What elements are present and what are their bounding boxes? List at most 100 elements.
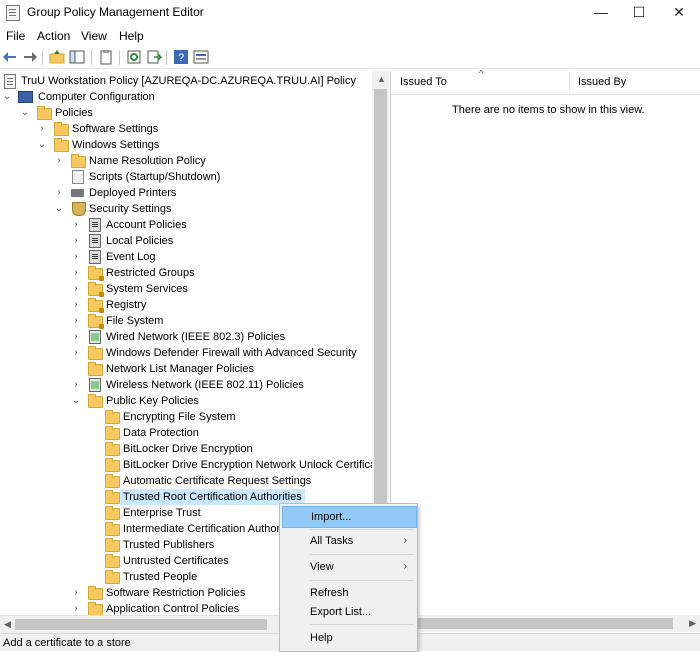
chevron-right-icon[interactable]: › — [71, 313, 81, 329]
tree-item-label: File System — [106, 315, 164, 327]
export-list-icon[interactable] — [146, 49, 162, 65]
menu-file[interactable]: File — [6, 29, 25, 43]
chevron-right-icon[interactable]: › — [54, 153, 64, 169]
chevron-right-icon[interactable]: › — [71, 585, 81, 601]
menu-view[interactable]: View — [81, 29, 107, 43]
chevron-right-icon[interactable]: › — [71, 297, 81, 313]
menu-help[interactable]: Help — [119, 29, 144, 43]
context-item-label: Export List... — [310, 606, 372, 618]
folder-icon — [88, 586, 103, 600]
chevron-right-icon[interactable]: › — [71, 329, 81, 345]
tree-horizontal-scroll-thumb[interactable] — [15, 619, 267, 630]
folder-icon — [105, 570, 120, 584]
tree-item-label: TruU Workstation Policy [AZUREQA-DC.AZUR… — [21, 75, 356, 87]
tree-item-label: Policies — [55, 107, 93, 119]
status-text: Add a certificate to a store — [3, 637, 131, 649]
context-help[interactable]: Help — [282, 628, 415, 648]
context-item-label: All Tasks — [310, 535, 354, 547]
folder-icon — [105, 554, 120, 568]
context-refresh[interactable]: Refresh — [282, 583, 415, 603]
up-folder-icon[interactable] — [49, 49, 65, 65]
details-horizontal-scrollbar[interactable]: ▶ — [391, 615, 700, 632]
policy-icon — [89, 234, 101, 248]
tree-item-label: Software Settings — [72, 123, 159, 135]
context-export-list[interactable]: Export List... — [282, 602, 415, 622]
context-item-label: Import... — [311, 511, 352, 523]
chevron-right-icon[interactable]: › — [37, 121, 47, 137]
tree-item-label: Public Key Policies — [106, 395, 199, 407]
tree-item-label: Name Resolution Policy — [89, 155, 206, 167]
details-pane[interactable]: Issued To ^ Issued By There are no items… — [391, 68, 700, 615]
tree-item-label: Windows Settings — [72, 139, 160, 151]
column-header-issued-by[interactable]: Issued By — [569, 71, 700, 95]
chevron-right-icon: › — [403, 561, 407, 572]
sort-caret-icon: ^ — [479, 68, 484, 78]
svg-text:?: ? — [178, 52, 184, 64]
folder-icon — [105, 474, 120, 488]
context-all-tasks[interactable]: All Tasks › — [282, 531, 415, 551]
tree-item-label: Enterprise Trust — [123, 507, 201, 519]
chevron-right-icon: › — [403, 535, 407, 546]
policy-document-icon — [4, 74, 16, 89]
toolbar: ? — [0, 46, 700, 69]
folder-icon — [54, 138, 69, 152]
tree-item-label: Application Control Policies — [106, 603, 240, 615]
chevron-down-icon[interactable]: ⌄ — [20, 105, 30, 121]
tree-item-label: Untrusted Certificates — [123, 555, 229, 567]
menu-bar: File Action View Help — [0, 26, 700, 46]
tree-item-label: Automatic Certificate Request Settings — [123, 475, 312, 487]
folder-icon — [105, 506, 120, 520]
details-horizontal-scroll-thumb[interactable] — [415, 618, 673, 629]
folder-icon — [105, 522, 120, 536]
scroll-right-icon[interactable]: ▶ — [689, 618, 696, 629]
printer-icon — [71, 189, 84, 197]
context-view[interactable]: View › — [282, 557, 415, 577]
chevron-right-icon[interactable]: › — [71, 377, 81, 393]
chevron-down-icon[interactable]: ⌄ — [2, 89, 12, 105]
folder-icon — [88, 362, 103, 376]
chevron-right-icon[interactable]: › — [71, 345, 81, 361]
chevron-right-icon[interactable]: › — [71, 233, 81, 249]
folder-icon — [105, 538, 120, 552]
folder-icon — [105, 458, 120, 472]
security-shield-icon — [72, 202, 86, 216]
chevron-down-icon[interactable]: ⌄ — [37, 137, 47, 153]
tree-vertical-scroll-thumb[interactable] — [374, 89, 387, 507]
folder-icon — [71, 154, 86, 168]
chevron-right-icon[interactable]: › — [54, 185, 64, 201]
clipboard-icon[interactable] — [98, 49, 114, 65]
tree-item-label: Network List Manager Policies — [106, 363, 254, 375]
tree-item-label: Trusted Root Certification Authorities — [120, 489, 305, 505]
properties-icon[interactable] — [193, 49, 209, 65]
context-import[interactable]: Import... — [282, 506, 417, 528]
tree-item-label: Wireless Network (IEEE 802.11) Policies — [106, 379, 304, 391]
folder-icon — [105, 442, 120, 456]
chevron-down-icon[interactable]: ⌄ — [54, 201, 64, 217]
chevron-right-icon[interactable]: › — [71, 281, 81, 297]
chevron-right-icon[interactable]: › — [71, 217, 81, 233]
menu-action[interactable]: Action — [37, 29, 70, 43]
forward-arrow-icon[interactable] — [22, 49, 38, 65]
show-hide-tree-icon[interactable] — [69, 49, 85, 65]
back-arrow-icon[interactable] — [2, 49, 18, 65]
refresh-icon[interactable] — [126, 49, 142, 65]
locked-folder-icon — [88, 314, 104, 329]
chevron-right-icon[interactable]: › — [71, 249, 81, 265]
folder-icon — [105, 410, 120, 424]
column-header-issued-to[interactable]: Issued To ^ — [391, 68, 570, 95]
tree-item-label: Event Log — [106, 251, 156, 263]
scroll-left-icon[interactable]: ◀ — [4, 619, 11, 630]
tree-item-label: Security Settings — [89, 203, 172, 215]
folder-icon — [88, 346, 103, 360]
chevron-right-icon[interactable]: › — [71, 265, 81, 281]
tree-item-label: BitLocker Drive Encryption — [123, 443, 253, 455]
close-button[interactable]: ✕ — [656, 0, 700, 26]
empty-list-message: There are no items to show in this view. — [452, 104, 645, 116]
tree-item-label: Wired Network (IEEE 802.3) Policies — [106, 331, 286, 343]
chevron-down-icon[interactable]: ⌄ — [71, 393, 81, 409]
policy-icon — [89, 218, 101, 232]
chevron-right-icon[interactable]: › — [71, 601, 81, 615]
scroll-up-icon[interactable]: ▲ — [377, 74, 386, 84]
tree-item-label: Intermediate Certification Author — [123, 523, 281, 535]
help-icon[interactable]: ? — [173, 49, 189, 65]
